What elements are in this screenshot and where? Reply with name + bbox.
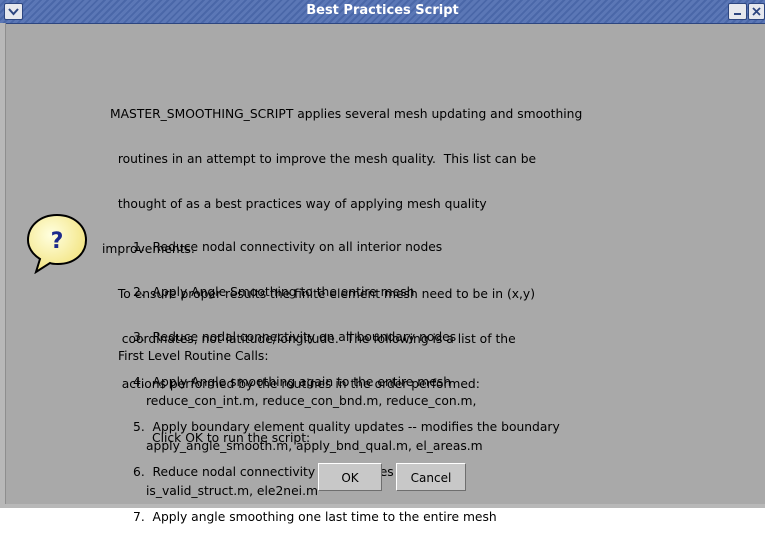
step-item: 3. Reduce nodal connectivity on all boun…: [133, 330, 457, 344]
step-item: 1. Reduce nodal connectivity on all inte…: [133, 240, 443, 254]
minimize-icon: [734, 13, 741, 15]
window-title: Best Practices Script: [306, 3, 459, 18]
routine-line: reduce_con_int.m, reduce_con_bnd.m, redu…: [146, 394, 477, 408]
window-left-border: [0, 23, 6, 508]
routine-header: First Level Routine Calls:: [118, 349, 269, 363]
close-icon: [752, 7, 761, 16]
intro-line: MASTER_SMOOTHING_SCRIPT applies several …: [110, 107, 583, 121]
window-bottom-border: [0, 504, 765, 508]
step-item: 2. Apply Angle Smoothing to the entire m…: [133, 285, 415, 299]
minimize-button[interactable]: [728, 3, 747, 20]
svg-text:?: ?: [51, 229, 64, 254]
intro-line: routines in an attempt to improve the me…: [110, 152, 537, 166]
close-button[interactable]: [748, 3, 765, 20]
ok-button[interactable]: OK: [318, 463, 382, 491]
cancel-button[interactable]: Cancel: [396, 463, 466, 491]
run-prompt: Click OK to run the script:: [152, 431, 311, 445]
dialog-window: Best Practices Script ? MASTER_SMOOTHING…: [0, 0, 765, 524]
title-bar[interactable]: Best Practices Script: [0, 0, 765, 24]
question-bubble-icon: ?: [26, 213, 88, 274]
